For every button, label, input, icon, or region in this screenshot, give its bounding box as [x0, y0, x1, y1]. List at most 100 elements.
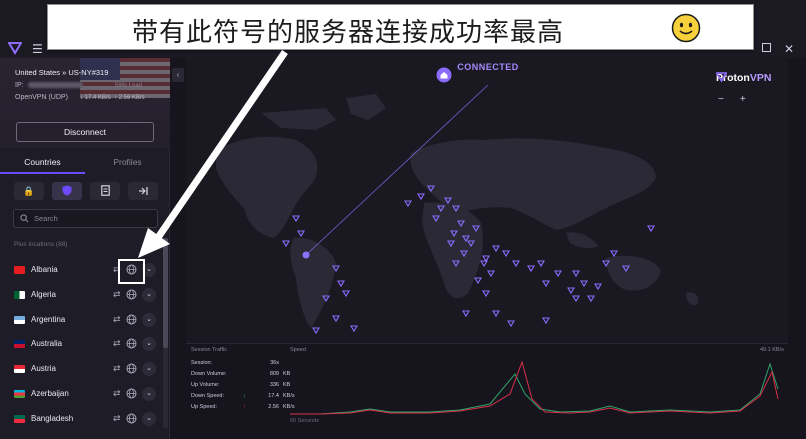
scrollbar-thumb[interactable]: [163, 238, 168, 348]
us-flag-background: [80, 58, 170, 98]
server-marker-icon[interactable]: [594, 283, 602, 291]
sidebar-scrollbar[interactable]: [163, 238, 168, 428]
stat-key: Up Speed:: [191, 404, 217, 410]
server-marker-icon[interactable]: [337, 280, 345, 288]
chevron-down-icon[interactable]: ⌄: [142, 411, 156, 426]
chevron-down-icon[interactable]: ⌄: [142, 312, 156, 327]
lock-icon[interactable]: 🔒: [14, 182, 44, 200]
search-box: [13, 209, 158, 228]
hamburger-icon[interactable]: ☰: [32, 42, 43, 56]
stat-arrow: ↓: [243, 393, 246, 399]
country-name: Algeria: [31, 289, 56, 299]
speed-label: Speed: [290, 347, 306, 353]
server-marker-icon[interactable]: [292, 215, 300, 223]
chevron-down-icon[interactable]: ⌄: [142, 387, 156, 401]
chevron-down-icon[interactable]: ⌄: [142, 337, 156, 352]
country-row[interactable]: Algeria ⇄ ⌄: [0, 283, 160, 308]
tor-globe-icon[interactable]: [126, 338, 137, 349]
secure-core-icon[interactable]: ⇄: [113, 314, 121, 325]
tor-globe-icon[interactable]: [126, 289, 137, 300]
country-name: Argentina: [31, 314, 66, 324]
secure-core-icon[interactable]: ⇄: [113, 363, 121, 374]
close-icon[interactable]: ✕: [784, 42, 794, 56]
tor-globe-icon[interactable]: [126, 363, 137, 374]
country-name: Australia: [31, 339, 63, 349]
server-marker-icon[interactable]: [312, 327, 320, 335]
server-marker-icon[interactable]: [474, 277, 482, 285]
tor-globe-icon[interactable]: [126, 413, 137, 424]
server-marker-icon[interactable]: [492, 310, 500, 318]
server-marker-icon[interactable]: [417, 193, 425, 201]
home-icon[interactable]: [436, 67, 452, 83]
connection-status: CONNECTED: [436, 62, 540, 98]
server-marker-icon[interactable]: [647, 225, 655, 233]
flag-icon: [14, 390, 25, 398]
session-stat-row: Down Speed: ↓ 17.4 KB/s: [191, 393, 295, 404]
country-name: Austria: [31, 364, 56, 374]
tab-countries[interactable]: Countries: [0, 150, 85, 174]
chevron-down-icon[interactable]: ⌄: [142, 362, 156, 377]
disconnect-button[interactable]: Disconnect: [16, 122, 154, 142]
server-marker-icon[interactable]: [482, 255, 490, 263]
server-marker-icon[interactable]: [610, 250, 618, 258]
server-marker-icon[interactable]: [297, 230, 305, 238]
country-row[interactable]: Azerbaijan ⇄ ⌄: [0, 382, 160, 407]
server-marker-icon[interactable]: [404, 200, 412, 208]
server-marker-icon[interactable]: [492, 245, 500, 253]
document-icon[interactable]: [90, 182, 120, 200]
country-row[interactable]: Argentina ⇄ ⌄: [0, 308, 160, 333]
ip-address: IP:: [15, 82, 83, 89]
server-marker-icon[interactable]: [462, 310, 470, 318]
zoom-in-button[interactable]: +: [740, 94, 746, 105]
session-traffic-panel: Session Traffic Session: 36s Down Volume: 8…: [186, 343, 788, 439]
server-marker-icon[interactable]: [572, 295, 580, 303]
secure-core-icon[interactable]: ⇄: [113, 289, 121, 300]
server-marker-icon[interactable]: [350, 325, 358, 333]
server-marker-icon[interactable]: [587, 295, 595, 303]
search-icon: [20, 214, 29, 223]
server-marker-icon[interactable]: [567, 287, 575, 295]
maximize-icon[interactable]: [762, 43, 771, 52]
zoom-out-button[interactable]: −: [718, 94, 724, 105]
session-stat-row: Down Volume: 809 KB: [191, 371, 291, 382]
chevron-down-icon[interactable]: ⌄: [142, 287, 156, 302]
search-input[interactable]: [34, 212, 152, 225]
collapse-sidebar-icon[interactable]: ‹: [172, 68, 184, 82]
speed-max-label: 49.1 KB/s: [760, 347, 784, 353]
server-marker-icon[interactable]: [342, 290, 350, 298]
server-marker-icon[interactable]: [332, 315, 340, 323]
server-marker-icon[interactable]: [487, 270, 495, 278]
server-marker-icon[interactable]: [542, 317, 550, 325]
server-marker-icon[interactable]: [554, 270, 562, 278]
stat-value: 809: [269, 371, 279, 377]
country-row[interactable]: Austria ⇄ ⌄: [0, 357, 160, 382]
shield-icon[interactable]: [52, 182, 82, 200]
secure-core-icon[interactable]: ⇄: [113, 388, 121, 399]
server-marker-icon[interactable]: [512, 260, 520, 268]
country-name: Bangladesh: [31, 413, 74, 423]
server-marker-icon[interactable]: [482, 290, 490, 298]
section-label: Plus locations (88): [14, 241, 68, 248]
country-row[interactable]: Australia ⇄ ⌄: [0, 332, 160, 357]
country-row[interactable]: Bangladesh ⇄ ⌄: [0, 407, 160, 432]
tab-profiles[interactable]: Profiles: [85, 150, 170, 174]
server-marker-icon[interactable]: [282, 240, 290, 248]
server-marker-icon[interactable]: [480, 260, 488, 268]
server-marker-icon[interactable]: [542, 280, 550, 288]
server-marker-icon[interactable]: [507, 320, 515, 328]
arrow-right-bar-icon[interactable]: [128, 182, 158, 200]
sidebar: United States » US-NY#319 IP: 59% Load O…: [0, 58, 170, 439]
flag-icon: [14, 414, 25, 423]
tor-globe-icon[interactable]: [126, 388, 137, 399]
secure-core-icon[interactable]: ⇄: [113, 338, 121, 349]
server-marker-icon[interactable]: [537, 260, 545, 268]
server-marker-icon[interactable]: [527, 265, 535, 273]
secure-core-icon[interactable]: ⇄: [113, 413, 121, 424]
tor-globe-icon[interactable]: [126, 314, 137, 325]
stat-key: Down Volume:: [191, 371, 227, 377]
server-marker-icon[interactable]: [572, 270, 580, 278]
server-marker-icon[interactable]: [580, 280, 588, 288]
stat-key: Down Speed:: [191, 393, 225, 399]
flag-icon: [14, 365, 25, 374]
server-marker-icon[interactable]: [502, 250, 510, 258]
